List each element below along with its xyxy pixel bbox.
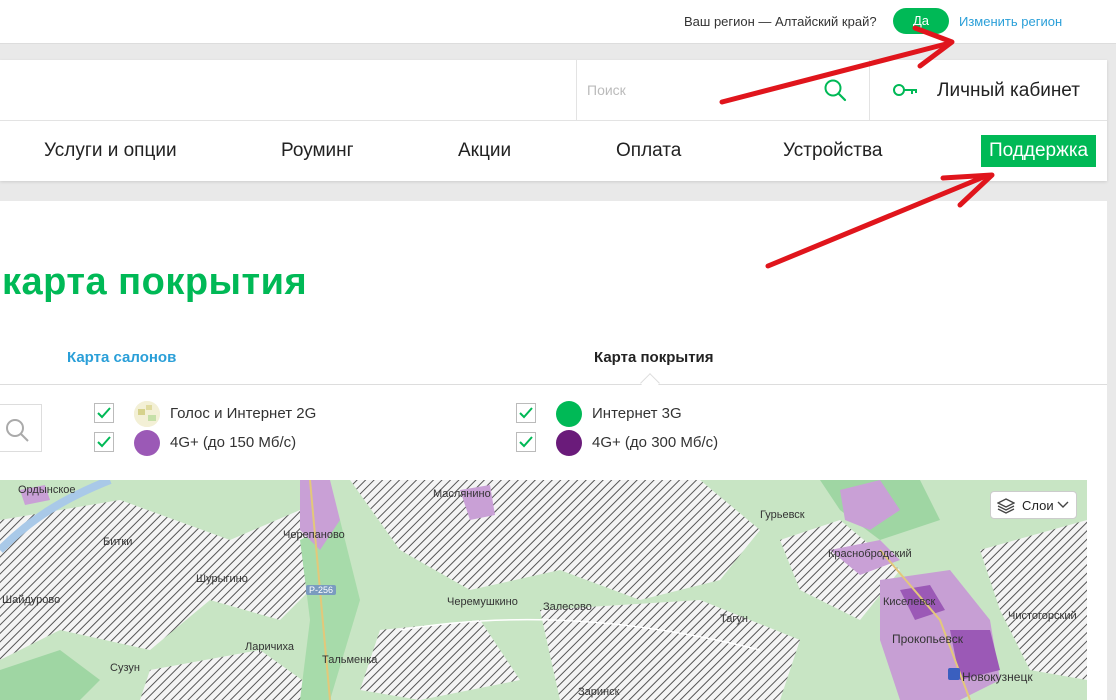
confirm-region-button[interactable]: Да [893,8,949,34]
nav-services[interactable]: Услуги и опции [44,140,177,162]
legend-item-3g: Интернет 3G [516,401,816,427]
map-tabs: Карта салонов Карта покрытия [0,336,1107,393]
main-content: карта покрытия Карта салонов Карта покры… [0,201,1107,700]
airport-icon [948,668,960,680]
key-icon [892,80,918,100]
place-label: Чистогорский [1008,610,1077,622]
search-icon[interactable] [823,78,847,102]
legend-4g-300-label: 4G+ (до 300 Мб/с) [592,434,719,451]
place-label: Залесово [543,601,592,613]
legend-4g-300-swatch [556,430,582,456]
legend-4g-150-checkbox[interactable] [94,432,114,452]
legend-item-4g-300: 4G+ (до 300 Мб/с) [516,430,816,456]
header-top-row: Личный кабинет [0,60,1107,121]
map-canvas [0,480,1087,700]
place-label: Черемушкино [447,596,518,608]
nav-support-button[interactable]: Поддержка [981,135,1097,167]
place-label: Киселевск [883,596,936,608]
layers-label: Слои [1022,498,1054,513]
tab-coverage-map[interactable]: Карта покрытия [594,349,714,366]
nav-roaming[interactable]: Роуминг [281,140,354,162]
layers-button[interactable]: Слои [990,491,1077,519]
main-nav: Услуги и опции Роуминг Акции Оплата Устр… [0,121,1107,181]
legend-2g-checkbox[interactable] [94,403,114,423]
personal-account-link[interactable]: Личный кабинет [890,60,1100,121]
nav-devices[interactable]: Устройства [783,140,882,162]
region-bar: Ваш регион — Алтайский край? Да Изменить… [0,0,1116,44]
change-region-link[interactable]: Изменить регион [959,14,1062,29]
nav-payment[interactable]: Оплата [616,140,681,162]
place-label: Гурьевск [760,509,805,521]
coverage-map[interactable]: Ордынское Маслянино Гурьевск Черепаново … [0,480,1087,700]
legend-item-2g: Голос и Интернет 2G [94,401,394,427]
place-label: Прокопьевск [892,632,963,646]
magnifier-icon [6,419,29,442]
page-title: карта покрытия [2,261,308,303]
legend-3g-checkbox[interactable] [516,403,536,423]
place-label: Заринск [578,686,620,698]
place-label: Тагун [720,613,748,625]
place-label: Ордынское [18,484,76,496]
legend-3g-label: Интернет 3G [592,405,682,422]
place-label: Тальменка [322,654,378,666]
map-search-button[interactable] [0,404,42,452]
legend-2g-label: Голос и Интернет 2G [170,405,317,422]
active-tab-pointer [640,373,660,393]
search-box [576,60,870,121]
place-label: Шайдурово [2,594,61,606]
legend-item-4g-150: 4G+ (до 150 Мб/с) [94,430,394,456]
legend-3g-swatch [556,401,582,427]
tab-stores-map[interactable]: Карта салонов [67,349,176,366]
place-label: Новокузнецк [962,670,1033,684]
place-label: Краснобродский [828,548,912,560]
legend-4g-150-swatch [134,430,160,456]
place-label: Сузун [110,662,140,674]
legend-4g-300-checkbox[interactable] [516,432,536,452]
site-header: Личный кабинет Услуги и опции Роуминг Ак… [0,60,1107,181]
road-number-badge: P-256 [306,585,337,595]
region-question: Ваш регион — Алтайский край? [684,14,877,29]
place-label: Ларичиха [245,641,294,653]
place-label: Маслянино [433,488,491,500]
nav-promotions[interactable]: Акции [458,140,511,162]
search-input[interactable] [587,78,807,102]
place-label: Черепаново [283,529,345,541]
place-label: Битки [103,536,133,548]
legend-2g-swatch [134,401,160,427]
personal-account-label: Личный кабинет [937,80,1080,101]
place-label: Шурыгино [196,573,248,585]
legend-4g-150-label: 4G+ (до 150 Мб/с) [170,434,297,451]
chevron-down-icon [1057,501,1069,508]
layers-icon [997,498,1015,514]
